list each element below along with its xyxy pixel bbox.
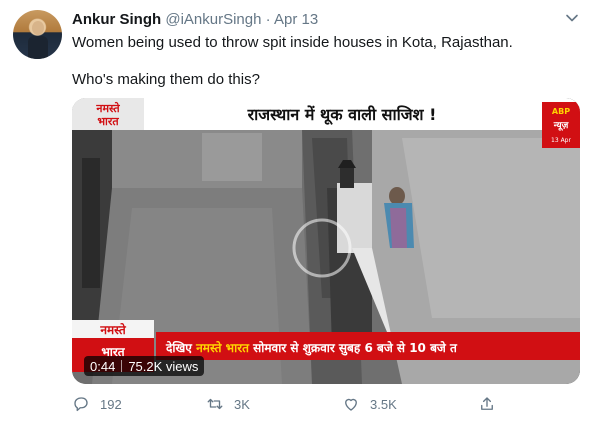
tweet-date[interactable]: Apr 13 [274, 11, 318, 28]
stats-divider [121, 360, 123, 372]
video-frame: नमस्ते भारत राजस्थान में थूक वाली साजिश … [72, 98, 580, 384]
reply-count: 192 [100, 396, 122, 412]
video-stats: 0:44 75.2K views [84, 356, 205, 376]
ticker-highlight: नमस्ते भारत [195, 341, 250, 355]
tweet-header: Ankur Singh @iAnkurSingh · Apr 13 [72, 11, 318, 28]
abp-logo-date: 13 Apr [551, 137, 571, 144]
video-player[interactable]: नमस्ते भारत राजस्थान में थूक वाली साजिश … [72, 98, 580, 384]
tweet-text-line-2: Who's making them do this? [72, 71, 260, 88]
author-name[interactable]: Ankur Singh [72, 11, 161, 28]
channel-logo-bottom: भारत [97, 115, 119, 128]
like-button[interactable]: 3.5K [342, 395, 397, 413]
chevron-down-icon[interactable] [564, 10, 580, 26]
abp-logo-line2: न्यूज़ [553, 121, 569, 131]
retweet-icon [207, 398, 223, 410]
reply-button[interactable]: 192 [72, 395, 122, 413]
tweet-actions: 192 3K 3.5K [0, 395, 598, 417]
separator-dot: · [265, 11, 271, 28]
channel-logo-top: नमस्ते [95, 101, 120, 115]
ticker-prefix: देखिए [165, 341, 193, 355]
tweet[interactable]: Ankur Singh @iAnkurSingh · Apr 13 Women … [0, 0, 598, 428]
retweet-count: 3K [234, 396, 250, 412]
author-handle[interactable]: @iAnkurSingh [165, 11, 261, 28]
heart-icon [345, 398, 357, 411]
like-count: 3.5K [370, 396, 397, 412]
share-button[interactable] [478, 395, 496, 413]
ticker-suffix: सोमवार से शुक्रवार सुबह 6 बजे से 10 बजे … [252, 341, 458, 356]
video-headline: राजस्थान में थूक वाली साजिश ! [247, 105, 437, 125]
retweet-button[interactable]: 3K [206, 395, 250, 413]
abp-logo-line1: ABP [552, 107, 570, 116]
avatar[interactable] [13, 10, 62, 59]
reply-icon [74, 397, 88, 412]
ticker-logo-top: नमस्ते [99, 323, 127, 337]
ticker-text: देखिए नमस्ते भारत सोमवार से शुक्रवार सुब… [165, 341, 458, 356]
video-views: 75.2K views [128, 358, 199, 374]
tweet-text-line-1: Women being used to throw spit inside ho… [72, 34, 513, 51]
video-duration: 0:44 [90, 358, 116, 374]
share-icon [481, 397, 493, 410]
